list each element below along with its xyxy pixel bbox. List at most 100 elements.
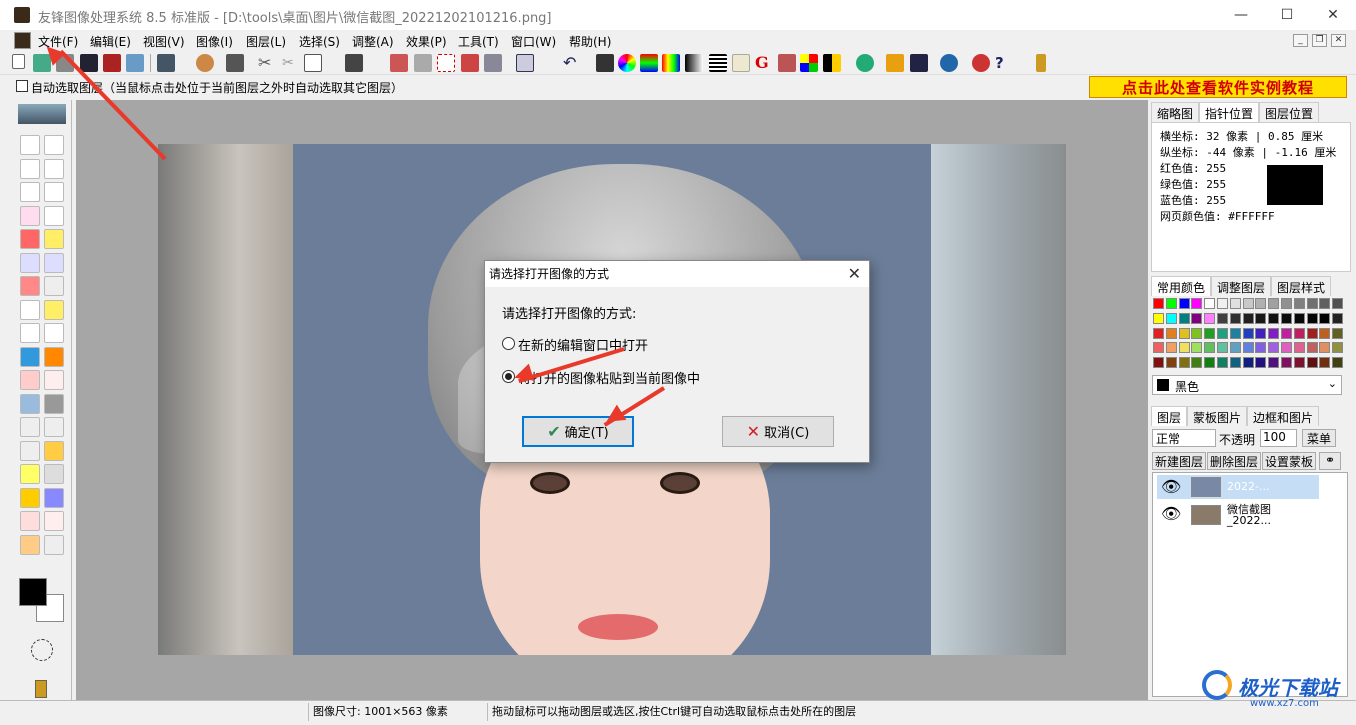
tutorial-banner[interactable]: 点击此处查看软件实例教程: [1089, 76, 1347, 98]
palette-swatch[interactable]: [1293, 327, 1305, 339]
palette-swatch[interactable]: [1204, 312, 1216, 324]
palette-swatch[interactable]: [1319, 327, 1331, 339]
eye-icon[interactable]: 👁: [1161, 504, 1181, 523]
palette-swatch[interactable]: [1204, 357, 1216, 369]
palette-swatch[interactable]: [1293, 312, 1305, 324]
threshold-icon[interactable]: [823, 54, 841, 72]
radio-new-window-label[interactable]: 在新的编辑窗口中打开: [518, 335, 648, 354]
palette-swatch[interactable]: [1191, 357, 1203, 369]
delete-layer-button[interactable]: 删除图层: [1207, 452, 1261, 470]
palette-swatch[interactable]: [1242, 327, 1254, 339]
radio-new-window[interactable]: [502, 337, 515, 350]
dialog-close-icon[interactable]: ✕: [848, 264, 861, 283]
crop-icon[interactable]: [20, 299, 40, 320]
tab-layers[interactable]: 图层: [1151, 406, 1188, 426]
zoom-icon[interactable]: [20, 440, 40, 461]
palette-swatch[interactable]: [1242, 342, 1254, 354]
select-icon[interactable]: [437, 54, 455, 72]
palette-swatch[interactable]: [1319, 298, 1331, 309]
gradient-icon[interactable]: [44, 393, 64, 414]
palette-swatch[interactable]: [1268, 327, 1280, 339]
palette-swatch[interactable]: [1332, 298, 1344, 309]
transform-icon[interactable]: [20, 276, 40, 296]
paper-icon[interactable]: [732, 54, 750, 72]
palette-swatch[interactable]: [1165, 357, 1177, 369]
rectangle-icon[interactable]: [44, 323, 64, 343]
palette-swatch[interactable]: [1281, 342, 1292, 354]
menu-image[interactable]: 图像(I): [196, 33, 233, 50]
eyedropper-icon[interactable]: [20, 417, 40, 437]
palette-swatch[interactable]: [1191, 312, 1203, 324]
menu-adjust[interactable]: 调整(A): [352, 33, 394, 50]
fill-tool-icon[interactable]: [20, 534, 40, 555]
palette-swatch[interactable]: [1191, 342, 1203, 354]
paste-icon[interactable]: [345, 54, 363, 72]
rgb-icon[interactable]: [640, 54, 658, 72]
globe-icon[interactable]: [856, 54, 874, 72]
palette-swatch[interactable]: [1332, 312, 1344, 324]
menu-window[interactable]: 窗口(W): [511, 33, 556, 50]
text-icon[interactable]: [44, 346, 64, 367]
menu-edit[interactable]: 编辑(E): [90, 33, 131, 50]
maximize-button[interactable]: ☐: [1264, 0, 1310, 30]
undo-icon[interactable]: ↶: [563, 54, 581, 72]
scan-icon[interactable]: [157, 54, 175, 72]
mdi-minimize-button[interactable]: _: [1293, 34, 1308, 47]
palette-swatch[interactable]: [1281, 327, 1292, 339]
palette-swatch[interactable]: [1191, 298, 1203, 309]
palette-swatch[interactable]: [1281, 312, 1292, 324]
brush-icon[interactable]: [44, 417, 64, 437]
ellipse-select-icon[interactable]: [20, 158, 40, 179]
tab-layer-style[interactable]: 图层样式: [1271, 276, 1332, 296]
palette-swatch[interactable]: [1153, 327, 1164, 339]
tab-mask-image[interactable]: 蒙板图片: [1187, 406, 1248, 426]
palette-swatch[interactable]: [1229, 327, 1241, 339]
channels-icon[interactable]: [800, 54, 818, 72]
rotate-icon[interactable]: [461, 54, 479, 72]
eye-icon[interactable]: 👁: [1161, 477, 1181, 496]
grayscale-icon[interactable]: [685, 54, 703, 72]
plugin-icon[interactable]: [886, 54, 904, 72]
palette-swatch[interactable]: [1255, 342, 1267, 354]
polyline-icon[interactable]: [20, 229, 40, 249]
palette-swatch[interactable]: [1319, 342, 1331, 354]
palette-swatch[interactable]: [1217, 342, 1228, 354]
gradient-fill-icon[interactable]: [20, 346, 40, 367]
tab-thumbnail[interactable]: 缩略图: [1151, 102, 1200, 122]
curve-icon[interactable]: [20, 370, 40, 390]
batch-icon[interactable]: [126, 54, 144, 72]
palette-swatch[interactable]: [1319, 312, 1331, 324]
web-icon[interactable]: [940, 54, 958, 72]
tab-pointer-position[interactable]: 指针位置: [1199, 102, 1260, 122]
brush-select-icon[interactable]: [20, 252, 40, 273]
freehand-icon[interactable]: [44, 205, 64, 226]
palette-swatch[interactable]: [1165, 298, 1177, 309]
palette-swatch[interactable]: [1293, 298, 1305, 309]
tab-adjust-layer[interactable]: 调整图层: [1211, 276, 1272, 296]
palette-swatch[interactable]: [1319, 357, 1331, 369]
minimize-button[interactable]: —: [1218, 0, 1264, 30]
rect-select-icon[interactable]: [20, 135, 40, 155]
menu-view[interactable]: 视图(V): [143, 33, 185, 50]
new-icon[interactable]: [12, 54, 25, 69]
quick-mask-icon[interactable]: [31, 639, 53, 661]
color-select[interactable]: 黑色 ⌄: [1152, 375, 1342, 395]
tab-layer-position[interactable]: 图层位置: [1259, 102, 1320, 122]
fit-icon[interactable]: [516, 54, 534, 72]
menu-effects[interactable]: 效果(P): [406, 33, 447, 50]
palette-swatch[interactable]: [1204, 342, 1216, 354]
red-eye-icon[interactable]: [20, 511, 40, 531]
palette-swatch[interactable]: [1178, 327, 1190, 339]
auto-select-checkbox[interactable]: [16, 80, 28, 92]
color-bars-icon[interactable]: [662, 54, 680, 72]
menu-layer[interactable]: 图层(L): [246, 33, 286, 50]
flip-icon[interactable]: [484, 54, 502, 72]
document-icon[interactable]: [14, 32, 31, 49]
palette-swatch[interactable]: [1165, 312, 1177, 324]
link-icon[interactable]: ⚭: [1319, 452, 1341, 470]
mdi-close-button[interactable]: ✕: [1331, 34, 1346, 47]
tab-border-image[interactable]: 边框和图片: [1247, 406, 1320, 426]
scissors-icon[interactable]: ✂: [282, 54, 300, 72]
palette-swatch[interactable]: [1165, 327, 1177, 339]
layer-menu-button[interactable]: 菜单: [1302, 429, 1336, 447]
